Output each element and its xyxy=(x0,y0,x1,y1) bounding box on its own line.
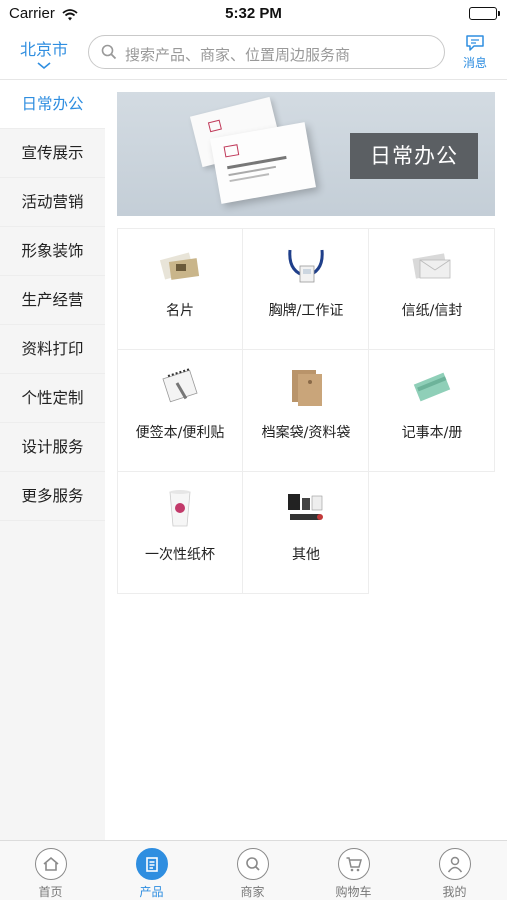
business-card-icon xyxy=(159,252,200,280)
user-icon xyxy=(439,848,471,880)
sidebar-item-daily-office[interactable]: 日常办公 xyxy=(0,80,105,129)
product-label: 档案袋/资料袋 xyxy=(261,425,351,441)
sidebar-item-event-marketing[interactable]: 活动营销 xyxy=(0,178,105,227)
product-item[interactable]: 名片 xyxy=(117,228,243,350)
search-icon xyxy=(101,44,117,64)
category-sidebar: 日常办公 宣传展示 活动营销 形象装饰 生产经营 资料打印 个性定制 设计服务 … xyxy=(0,80,105,840)
product-item[interactable]: 信纸/信封 xyxy=(369,228,495,350)
product-item[interactable]: 记事本/册 xyxy=(369,350,495,472)
notebook-icon xyxy=(413,372,451,402)
product-item[interactable]: 胸牌/工作证 xyxy=(243,228,369,350)
sidebar-item-more[interactable]: 更多服务 xyxy=(0,472,105,521)
tab-merchants[interactable]: 商家 xyxy=(202,841,303,900)
top-header: 北京市 搜索产品、商家、位置周边服务商 消息 xyxy=(0,28,507,80)
message-label: 消息 xyxy=(462,56,487,70)
product-content: 日常办公 名片 胸牌/工作证 信纸/信封 便签本/便利贴 档案袋/资料袋 记事本… xyxy=(105,80,507,840)
product-label: 记事本/册 xyxy=(401,425,463,441)
tab-label: 我的 xyxy=(442,885,467,899)
search-placeholder: 搜索产品、商家、位置周边服务商 xyxy=(125,46,351,64)
tab-home[interactable]: 首页 xyxy=(0,841,101,900)
tab-label: 商家 xyxy=(240,885,265,899)
sidebar-item-customization[interactable]: 个性定制 xyxy=(0,374,105,423)
product-item[interactable]: 一次性纸杯 xyxy=(117,472,243,594)
product-label: 其他 xyxy=(292,547,320,563)
product-list-icon xyxy=(136,848,168,880)
tab-cart[interactable]: 购物车 xyxy=(303,841,404,900)
product-label: 便签本/便利贴 xyxy=(135,425,225,441)
category-banner[interactable]: 日常办公 xyxy=(117,92,495,216)
sidebar-item-promotion[interactable]: 宣传展示 xyxy=(0,129,105,178)
search-merchant-icon xyxy=(237,848,269,880)
sidebar-item-decoration[interactable]: 形象装饰 xyxy=(0,227,105,276)
chevron-down-icon xyxy=(37,62,51,70)
battery-icon xyxy=(469,7,500,20)
tab-products[interactable]: 产品 xyxy=(101,841,202,900)
status-time: 5:32 PM xyxy=(225,5,282,22)
sidebar-item-design[interactable]: 设计服务 xyxy=(0,423,105,472)
product-item[interactable]: 便签本/便利贴 xyxy=(117,350,243,472)
product-label: 信纸/信封 xyxy=(401,303,463,319)
status-bar: Carrier 5:32 PM xyxy=(0,0,507,28)
badge-lanyard-icon xyxy=(288,249,324,283)
envelope-icon xyxy=(412,253,451,279)
message-icon xyxy=(466,35,484,51)
product-label: 名片 xyxy=(166,303,194,319)
product-item[interactable]: 档案袋/资料袋 xyxy=(243,350,369,472)
product-item[interactable]: 其他 xyxy=(243,472,369,594)
tab-mine[interactable]: 我的 xyxy=(404,841,505,900)
city-label: 北京市 xyxy=(19,40,68,59)
cart-icon xyxy=(338,848,370,880)
stationery-set-icon xyxy=(288,494,323,520)
paper-cup-icon xyxy=(169,490,191,527)
tab-label: 产品 xyxy=(139,885,164,899)
tab-label: 首页 xyxy=(38,885,63,899)
search-input[interactable]: 搜索产品、商家、位置周边服务商 xyxy=(88,35,445,69)
home-icon xyxy=(35,848,67,880)
sidebar-item-production[interactable]: 生产经营 xyxy=(0,276,105,325)
banner-title: 日常办公 xyxy=(350,133,478,179)
product-label: 一次性纸杯 xyxy=(145,547,215,563)
file-bag-icon xyxy=(292,370,322,406)
product-label: 胸牌/工作证 xyxy=(268,303,344,319)
message-button[interactable]: 消息 xyxy=(455,34,495,71)
tab-label: 购物车 xyxy=(335,885,372,899)
city-selector[interactable]: 北京市 xyxy=(10,36,78,70)
bottom-tab-bar: 首页 产品 商家 购物车 我的 xyxy=(0,840,507,900)
sidebar-item-printing[interactable]: 资料打印 xyxy=(0,325,105,374)
notepad-icon xyxy=(162,368,198,403)
